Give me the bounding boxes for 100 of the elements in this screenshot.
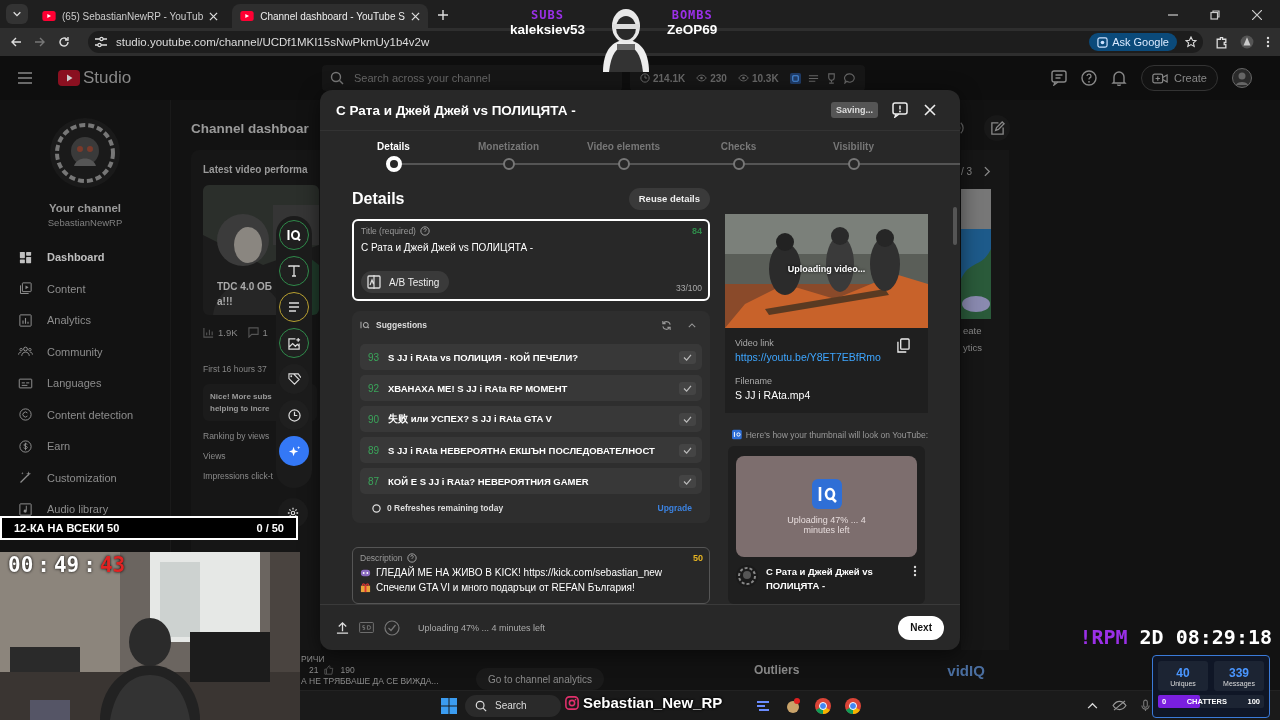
bookmark-star-icon[interactable]: [1185, 36, 1197, 48]
sidebar-item[interactable]: Content detection: [0, 405, 170, 424]
description-text: ГЛЕДАЙ МЕ НА ЖИВО В KICK! https://kick.com/sebastian_new: [376, 567, 662, 578]
profile-icon[interactable]: [1240, 35, 1254, 49]
more-icon[interactable]: [1266, 36, 1270, 48]
eye-off-icon[interactable]: [1112, 700, 1127, 711]
chevron-right-icon[interactable]: [984, 166, 992, 177]
extensions-icon[interactable]: [1215, 35, 1228, 49]
chrome-icon[interactable]: [845, 697, 861, 714]
description-button[interactable]: [279, 292, 309, 322]
sidebar-item[interactable]: Analytics: [0, 311, 170, 329]
check-icon[interactable]: [679, 474, 696, 488]
ask-google-button[interactable]: Ask Google: [1089, 33, 1177, 51]
forward-icon[interactable]: [34, 36, 46, 48]
title-field[interactable]: Title (required) 84 С Рата и Джей Джей vs ПОЛИЦЯТА - A/B Testing 33/100: [352, 218, 710, 301]
sidebar-item[interactable]: Languages: [0, 374, 170, 392]
new-tab-icon[interactable]: [437, 10, 448, 20]
sidebar-item[interactable]: Dashboard: [0, 248, 170, 266]
next-button[interactable]: Next: [898, 615, 944, 640]
chrome-icon[interactable]: [815, 697, 831, 714]
ai-button[interactable]: [279, 436, 309, 466]
browser-tab[interactable]: (65) SebastianNewRP - YouTub: [34, 4, 227, 28]
channel-avatar-icon[interactable]: [1232, 68, 1252, 88]
help-icon[interactable]: [406, 553, 417, 563]
bell-icon[interactable]: [1110, 70, 1127, 86]
tab-list-button[interactable]: [6, 4, 28, 24]
suggestion-item[interactable]: 87 КОЙ Е S JJ i RAta? НЕВЕРОЯТНИЯ GAMER: [360, 468, 702, 494]
feedback-icon[interactable]: [892, 102, 908, 118]
iq-badge-icon[interactable]: [789, 72, 801, 84]
windows-icon[interactable]: [441, 697, 457, 714]
stat-value: 10.3K: [751, 72, 779, 84]
search-field[interactable]: Search: [465, 694, 561, 717]
rpm-command: !RPM: [1079, 625, 1128, 649]
more-icon[interactable]: [913, 565, 917, 577]
search-field[interactable]: Search across your channel: [322, 65, 622, 91]
check-icon[interactable]: [679, 443, 696, 457]
back-icon[interactable]: [10, 36, 22, 48]
comment-icon: [247, 327, 259, 338]
text-button[interactable]: [279, 256, 309, 286]
suggestion-item[interactable]: 92 ХВАНАХА МЕ! S JJ i RAta RP МОМЕНТ: [360, 375, 702, 401]
sparkle-icon: [287, 444, 301, 458]
section-title: Outliers: [753, 663, 800, 677]
restore-icon[interactable]: [1210, 10, 1220, 20]
field-label: Filename: [735, 376, 773, 386]
sd-icon: [359, 622, 374, 633]
suggestion-item[interactable]: 90 失败 или УСПЕХ? S JJ i RAta GTA V: [360, 406, 702, 432]
suggestion-item[interactable]: 89 S JJ i RAta НЕВЕРОЯТНА ЕКШЪН ПОСЛЕДОВАТЕЛНОСТ: [360, 437, 702, 463]
menu-icon[interactable]: [18, 72, 32, 84]
create-button[interactable]: Create: [1140, 65, 1218, 91]
vidiq-logo: vidIQ: [947, 661, 985, 679]
text-icon: [288, 265, 300, 277]
copy-icon[interactable]: [897, 338, 910, 353]
iq-button[interactable]: [279, 220, 309, 250]
field-label: Description: [360, 553, 403, 563]
comment-count: 21: [309, 665, 319, 675]
chat-bubble-icon[interactable]: [843, 72, 855, 84]
app-icon[interactable]: [785, 697, 801, 714]
close-icon[interactable]: [410, 11, 420, 21]
metric-label: Views: [203, 451, 227, 461]
sidebar-item[interactable]: Earn: [0, 437, 170, 455]
hint-text: Here's how your thumbnail will look on YouTube:: [745, 429, 928, 440]
video-link[interactable]: https://youtu.be/Y8ET7EBfRmo: [735, 351, 881, 363]
sidebar-item[interactable]: Customization: [0, 468, 170, 487]
check-icon[interactable]: [679, 412, 696, 426]
feedback-icon[interactable]: [1050, 70, 1067, 86]
microphone-icon[interactable]: [1141, 699, 1150, 712]
check-icon[interactable]: [679, 350, 696, 364]
check-icon[interactable]: [679, 381, 696, 395]
tags-button[interactable]: [279, 364, 309, 394]
trophy-icon[interactable]: [825, 72, 837, 84]
schedule-button[interactable]: [279, 400, 309, 430]
refresh-icon[interactable]: [661, 319, 672, 331]
clock-icon: [640, 73, 650, 83]
help-icon[interactable]: [1080, 70, 1097, 86]
sidebar-item[interactable]: Content: [0, 279, 170, 298]
refresh-count-text: 0 Refreshes remaining today: [387, 503, 504, 513]
sidebar-item[interactable]: Audio library: [0, 500, 170, 518]
field-label: Title (required): [361, 225, 416, 236]
sidebar-item[interactable]: Community: [0, 342, 170, 361]
reload-icon[interactable]: [58, 36, 70, 48]
logo-text: Studio: [83, 68, 132, 88]
iq-icon: [732, 429, 742, 440]
edit-button[interactable]: [984, 115, 1010, 141]
close-icon[interactable]: [209, 11, 219, 21]
help-icon[interactable]: [419, 225, 430, 236]
channel-analytics-button[interactable]: Go to channel analytics: [476, 668, 604, 690]
site-settings-icon[interactable]: [94, 36, 108, 48]
description-field[interactable]: Description 50 ГЛЕДАЙ МЕ НА ЖИВО В KICK! https://kick.com/sebastian_new Спечели GTA VI и много подаръци от REFAN България!: [352, 547, 710, 604]
panel-title: Suggestions: [376, 320, 427, 330]
browser-tab[interactable]: Channel dashboard - YouTube S: [232, 4, 428, 28]
goal-count: 0 / 50: [256, 522, 284, 534]
list-icon[interactable]: [807, 72, 819, 84]
reuse-details-button[interactable]: Reuse details: [628, 187, 710, 210]
suggestion-item[interactable]: 93 S JJ i RAta vs ПОЛИЦИЯ - КОЙ ПЕЧЕЛИ?: [360, 344, 702, 370]
timer-text: 43: [99, 553, 126, 577]
step-tab[interactable]: Details: [336, 131, 451, 177]
ab-testing-button[interactable]: A/B Testing: [361, 271, 450, 293]
thumbnail-button[interactable]: [279, 328, 309, 358]
upgrade-link[interactable]: Upgrade: [657, 503, 692, 513]
close-icon[interactable]: [1252, 10, 1262, 20]
